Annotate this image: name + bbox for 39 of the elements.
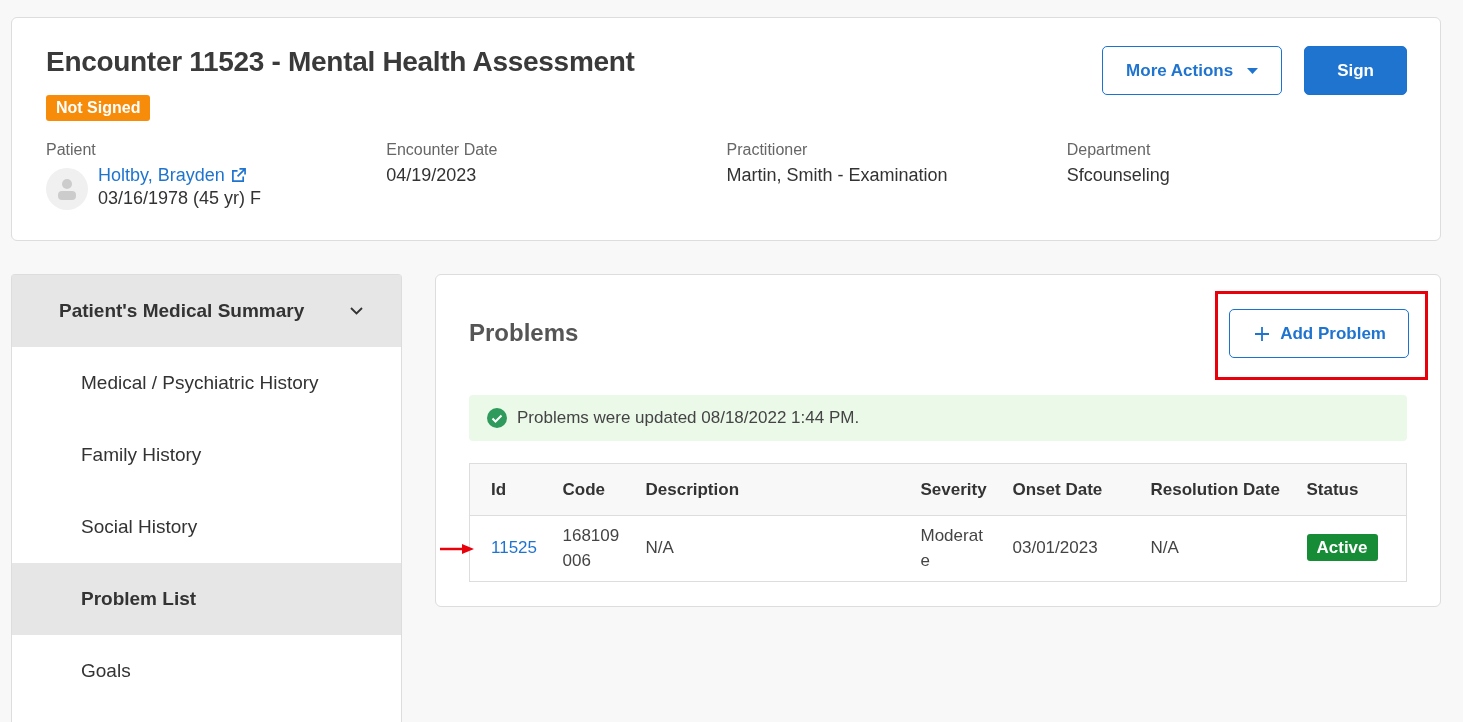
table-cell: Moderate — [912, 515, 1005, 582]
sidebar-section-header[interactable]: Patient's Medical Summary — [12, 275, 401, 347]
field-label: Encounter Date — [386, 141, 499, 159]
status-badge: Active — [1306, 534, 1378, 562]
field-label: Department — [1066, 141, 1152, 159]
column-header: Description — [637, 463, 913, 516]
column-header: Onset Date — [1004, 463, 1143, 516]
field-value: Martin, Smith - Examination — [726, 165, 949, 186]
sign-button[interactable]: Sign — [1304, 46, 1407, 95]
table-cell: N/A — [637, 515, 913, 582]
table-cell: 03/01/2023 — [1004, 515, 1143, 582]
avatar-icon — [46, 168, 88, 210]
problem-id-link[interactable]: 11525 — [491, 536, 537, 561]
column-header: Id — [469, 463, 555, 516]
field-value: Sfcounseling — [1066, 165, 1171, 186]
status-badge: Not Signed — [46, 95, 151, 121]
sidebar-item[interactable]: Problem List — [12, 563, 401, 635]
encounter-title: Encounter 11523 - Mental Health Assessment — [46, 46, 635, 78]
more-actions-button[interactable]: More Actions — [1102, 46, 1283, 95]
check-circle-icon — [487, 408, 507, 428]
column-header: Status — [1298, 463, 1407, 516]
patient-details: 03/16/1978 (45 yr) F — [98, 188, 262, 209]
column-header: Resolution Date — [1142, 463, 1299, 516]
add-problem-button[interactable]: Add Problem — [1229, 309, 1409, 358]
table-cell: N/A — [1142, 515, 1299, 582]
field-label: Practitioner — [726, 141, 809, 159]
caret-icon — [1247, 67, 1259, 74]
chevron-icon — [350, 307, 363, 315]
column-header: Code — [554, 463, 638, 516]
plus-icon — [1254, 325, 1271, 342]
table-cell: 168109006 — [554, 515, 638, 582]
field-value: 04/19/2023 — [386, 165, 478, 186]
arrow-icon — [440, 543, 474, 554]
external-link-icon — [230, 168, 246, 183]
section-title: Problems — [469, 319, 579, 347]
column-header: Severity — [912, 463, 1005, 516]
alert-text: Problems were updated 08/18/2022 1:44 PM. — [517, 408, 860, 428]
field-label: Patient — [46, 141, 97, 159]
patient-link[interactable]: Holtby, Brayden — [98, 165, 246, 186]
